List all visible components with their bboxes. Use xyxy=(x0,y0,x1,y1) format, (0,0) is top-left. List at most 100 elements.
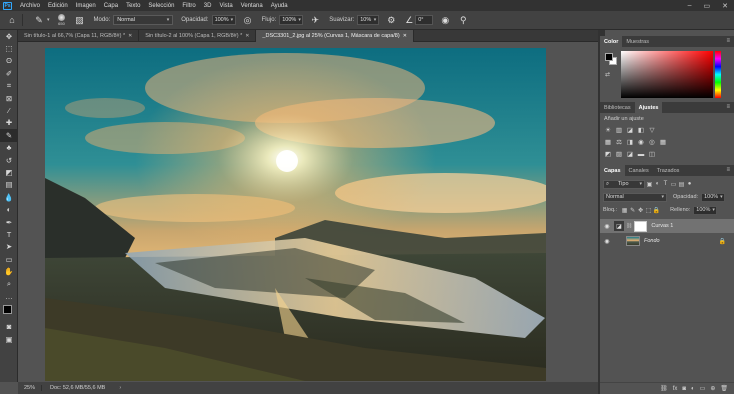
filter-smart-object-icon[interactable]: ▤ xyxy=(678,180,685,188)
path-selection-tool-icon[interactable]: ➤ xyxy=(0,241,18,253)
filter-pixel-icon[interactable]: ▣ xyxy=(646,180,653,188)
eraser-tool-icon[interactable]: ◩ xyxy=(0,166,18,178)
lock-all-icon[interactable]: 🔒 xyxy=(653,206,660,214)
type-tool-icon[interactable]: T xyxy=(0,228,18,240)
tab-canales[interactable]: Canales xyxy=(625,165,653,176)
swap-colors-icon[interactable]: ⇄ xyxy=(605,71,610,78)
quick-mask-icon[interactable]: ◙ xyxy=(0,321,18,333)
menu-3d[interactable]: 3D xyxy=(200,3,216,9)
menu-imagen[interactable]: Imagen xyxy=(72,3,100,9)
tab-color[interactable]: Color xyxy=(600,36,623,47)
color-field[interactable] xyxy=(621,51,713,98)
pressure-size-icon[interactable]: ◉ xyxy=(439,14,451,26)
menu-vista[interactable]: Vista xyxy=(215,3,236,9)
layer-mask-thumbnail[interactable] xyxy=(634,220,648,232)
panel-menu-icon[interactable]: ≡ xyxy=(726,167,730,173)
history-brush-tool-icon[interactable]: ↺ xyxy=(0,154,18,166)
photo-filter-icon[interactable]: ◉ xyxy=(637,138,645,146)
home-icon[interactable]: ⌂ xyxy=(6,14,18,26)
eyedropper-tool-icon[interactable]: ⁄ xyxy=(0,104,18,116)
tab-muestras[interactable]: Muestras xyxy=(622,36,653,47)
threshold-icon[interactable]: ◪ xyxy=(626,150,634,158)
zoom-level[interactable]: 25% xyxy=(18,385,43,391)
layer-opacity-field[interactable]: 100% ▾ xyxy=(701,192,726,202)
crop-tool-icon[interactable]: ⌗ xyxy=(0,80,18,92)
quick-selection-tool-icon[interactable]: ✐ xyxy=(0,67,18,79)
foreground-color-swatch[interactable] xyxy=(605,53,613,61)
vibrance-icon[interactable]: ▽ xyxy=(648,126,656,134)
lasso-tool-icon[interactable]: ʘ xyxy=(0,55,18,67)
gear-icon[interactable]: ⚙ xyxy=(385,14,397,26)
brush-settings-icon[interactable]: ▨ xyxy=(74,14,86,26)
tab-document-1[interactable]: Sin título-1 al 66,7% (Capa 11, RGB/8#) … xyxy=(18,30,140,42)
trash-icon[interactable]: 🗑 xyxy=(720,385,728,392)
layer-row-curvas-1[interactable]: ◉ ◪ ⛓ Curvas 1 xyxy=(600,219,734,233)
eye-icon[interactable]: ◉ xyxy=(600,223,614,230)
foreground-color-swatch[interactable] xyxy=(3,304,12,314)
healing-brush-tool-icon[interactable]: ✚ xyxy=(0,117,18,129)
lock-artboard-icon[interactable]: ⬚ xyxy=(645,206,652,214)
levels-icon[interactable]: ▥ xyxy=(615,126,623,134)
more-tools-icon[interactable]: … xyxy=(0,290,18,302)
lock-transparent-icon[interactable]: ▦ xyxy=(621,206,628,214)
new-group-icon[interactable]: ▭ xyxy=(700,385,706,392)
menu-seleccion[interactable]: Selección xyxy=(144,3,178,9)
chevron-right-icon[interactable]: › xyxy=(119,385,121,391)
blur-tool-icon[interactable]: 💧 xyxy=(0,191,18,203)
panel-menu-icon[interactable]: ≡ xyxy=(726,38,730,44)
hue-saturation-icon[interactable]: ▦ xyxy=(604,138,612,146)
layer-filter-select[interactable]: ⌕ Tipo ▾ xyxy=(603,179,645,189)
menu-filtro[interactable]: Filtro xyxy=(178,3,199,9)
opacity-field[interactable]: 100% ▾ xyxy=(211,15,236,25)
marquee-tool-icon[interactable]: ⬚ xyxy=(0,42,18,54)
pen-tool-icon[interactable]: ✒ xyxy=(0,216,18,228)
lock-image-icon[interactable]: ✎ xyxy=(629,206,636,214)
photoshop-logo[interactable]: Ps xyxy=(3,1,12,10)
flow-field[interactable]: 100% ▾ xyxy=(279,15,304,25)
filter-adjustment-icon[interactable]: ◐ xyxy=(654,180,661,188)
menu-archivo[interactable]: Archivo xyxy=(16,3,44,9)
blend-mode-select[interactable]: Normal ▾ xyxy=(603,192,667,202)
hue-slider[interactable] xyxy=(715,51,721,98)
brush-tool-icon[interactable]: ✎ xyxy=(0,129,18,142)
close-icon[interactable]: ✕ xyxy=(128,33,132,39)
layer-row-fondo[interactable]: ◉ Fondo 🔒 xyxy=(600,234,734,248)
menu-edicion[interactable]: Edición xyxy=(44,3,72,9)
chevron-down-icon[interactable]: ▾ xyxy=(47,17,50,23)
tab-document-2[interactable]: Sin título-2 al 100% (Capa 1, RGB/8#) * … xyxy=(139,30,257,42)
selective-color-icon[interactable]: ◫ xyxy=(648,150,656,158)
link-icon[interactable]: ⛓ xyxy=(626,223,632,229)
posterize-icon[interactable]: ▨ xyxy=(615,150,623,158)
close-icon[interactable]: ✕ xyxy=(722,2,728,10)
new-layer-icon[interactable]: ⊕ xyxy=(710,385,715,392)
gradient-map-icon[interactable]: ▬ xyxy=(637,150,645,158)
brush-tool-icon[interactable]: ✎ xyxy=(33,14,45,26)
angle-icon[interactable]: ∠ xyxy=(403,14,415,26)
tab-capas[interactable]: Capas xyxy=(600,165,625,176)
tab-ajustes[interactable]: Ajustes xyxy=(634,102,663,113)
black-white-icon[interactable]: ◨ xyxy=(626,138,634,146)
color-lookup-icon[interactable]: ▦ xyxy=(659,138,667,146)
layer-style-icon[interactable]: fx xyxy=(673,386,678,392)
move-tool-icon[interactable]: ✥ xyxy=(0,30,18,42)
filter-shape-icon[interactable]: ▭ xyxy=(670,180,677,188)
gradient-tool-icon[interactable]: ▤ xyxy=(0,179,18,191)
airbrush-icon[interactable]: ✈ xyxy=(309,14,321,26)
menu-texto[interactable]: Texto xyxy=(122,3,144,9)
screen-mode-icon[interactable]: ▣ xyxy=(0,333,18,345)
curves-icon[interactable]: ◪ xyxy=(626,126,634,134)
zoom-tool-icon[interactable]: ⌕ xyxy=(0,278,18,290)
color-balance-icon[interactable]: ⚖ xyxy=(615,138,623,146)
tab-trazados[interactable]: Trazados xyxy=(653,165,684,176)
tab-document-3[interactable]: _DSC3301_2.jpg al 25% (Curvas 1, Máscara… xyxy=(256,30,414,42)
filter-toggle-icon[interactable]: ● xyxy=(686,180,693,188)
smoothing-field[interactable]: 10% ▾ xyxy=(357,15,380,25)
new-adjustment-layer-icon[interactable]: ◐ xyxy=(691,386,695,392)
panel-menu-icon[interactable]: ≡ xyxy=(726,104,730,110)
mode-select[interactable]: Normal ▾ xyxy=(113,15,174,25)
add-mask-icon[interactable]: ◙ xyxy=(682,386,686,392)
document-canvas-image[interactable] xyxy=(45,48,546,381)
close-icon[interactable]: ✕ xyxy=(403,33,407,39)
brush-preset-picker[interactable]: 650 xyxy=(56,14,68,26)
canvas-area[interactable] xyxy=(18,43,598,382)
